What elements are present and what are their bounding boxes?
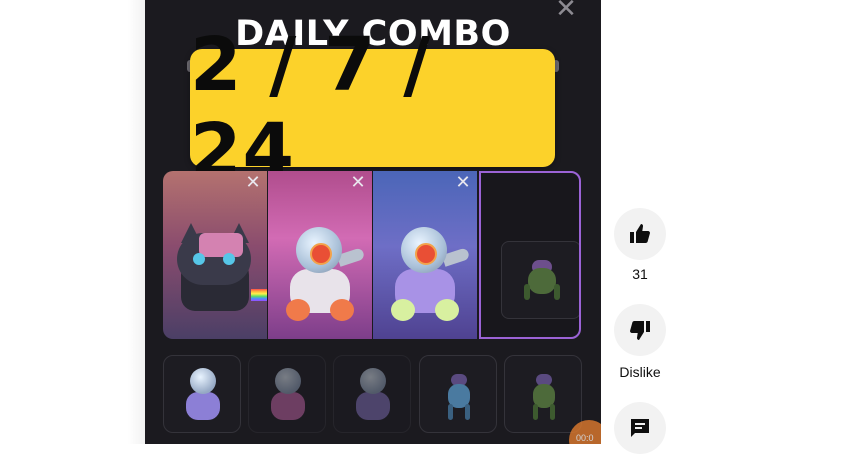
date-banner: 2 / 7 / 24 bbox=[190, 22, 555, 194]
like-count: 31 bbox=[632, 266, 648, 282]
thumbs-up-icon bbox=[630, 224, 650, 243]
bug-leg bbox=[465, 404, 470, 420]
bug-icon bbox=[520, 258, 562, 302]
thumbs-down-icon bbox=[630, 321, 650, 340]
robot-leg bbox=[391, 299, 415, 321]
comment-icon bbox=[631, 419, 649, 437]
green-bug-option[interactable] bbox=[504, 355, 582, 433]
purple-robot-option[interactable] bbox=[333, 355, 411, 433]
like-button[interactable] bbox=[614, 208, 666, 260]
cat-toast bbox=[199, 233, 243, 257]
card-close-icon[interactable]: ✕ bbox=[350, 174, 366, 192]
robot-dome bbox=[275, 368, 301, 394]
robot-eye bbox=[310, 243, 332, 265]
combo-cards-row: ✕ ✕ ✕ bbox=[163, 171, 583, 341]
robot-dome bbox=[360, 368, 386, 394]
bug-leg bbox=[550, 404, 555, 420]
pink-robot-option[interactable] bbox=[248, 355, 326, 433]
bug-leg bbox=[448, 404, 453, 420]
robot-eye bbox=[415, 243, 437, 265]
video-player[interactable]: ✕ DAILY COMBO 2 / 7 / 24 ✕ ✕ ✕ 00:0 bbox=[145, 0, 601, 444]
blue-bug-option[interactable] bbox=[419, 355, 497, 433]
mini-bug-slot bbox=[501, 241, 579, 319]
options-row bbox=[163, 355, 583, 435]
card-close-icon[interactable]: ✕ bbox=[455, 174, 471, 192]
page-background bbox=[0, 0, 145, 444]
bug-leg bbox=[533, 404, 538, 420]
robot-body bbox=[271, 392, 305, 420]
robot-option[interactable] bbox=[163, 355, 241, 433]
dislike-label: Dislike bbox=[619, 364, 661, 380]
bug-leg bbox=[524, 284, 530, 300]
robot-body bbox=[356, 392, 390, 420]
pink-robot-card[interactable]: ✕ bbox=[268, 171, 372, 339]
robot-leg bbox=[286, 299, 310, 321]
bug-icon bbox=[442, 370, 476, 420]
robot-body bbox=[186, 392, 220, 420]
cat-eye bbox=[223, 253, 235, 265]
robot-dome bbox=[190, 368, 216, 394]
bug-body bbox=[528, 268, 556, 294]
robot-leg bbox=[330, 299, 354, 321]
card-close-icon[interactable]: ✕ bbox=[245, 174, 261, 192]
empty-slot-card[interactable] bbox=[479, 171, 581, 339]
rainbow-trail bbox=[251, 289, 267, 301]
purple-robot-card[interactable]: ✕ bbox=[373, 171, 477, 339]
cat-card[interactable]: ✕ bbox=[163, 171, 267, 339]
comment-button[interactable] bbox=[614, 402, 666, 454]
bug-leg bbox=[554, 284, 560, 300]
robot-leg bbox=[435, 299, 459, 321]
dislike-button[interactable] bbox=[614, 304, 666, 356]
bug-icon bbox=[527, 370, 561, 420]
cat-eye bbox=[193, 253, 205, 265]
